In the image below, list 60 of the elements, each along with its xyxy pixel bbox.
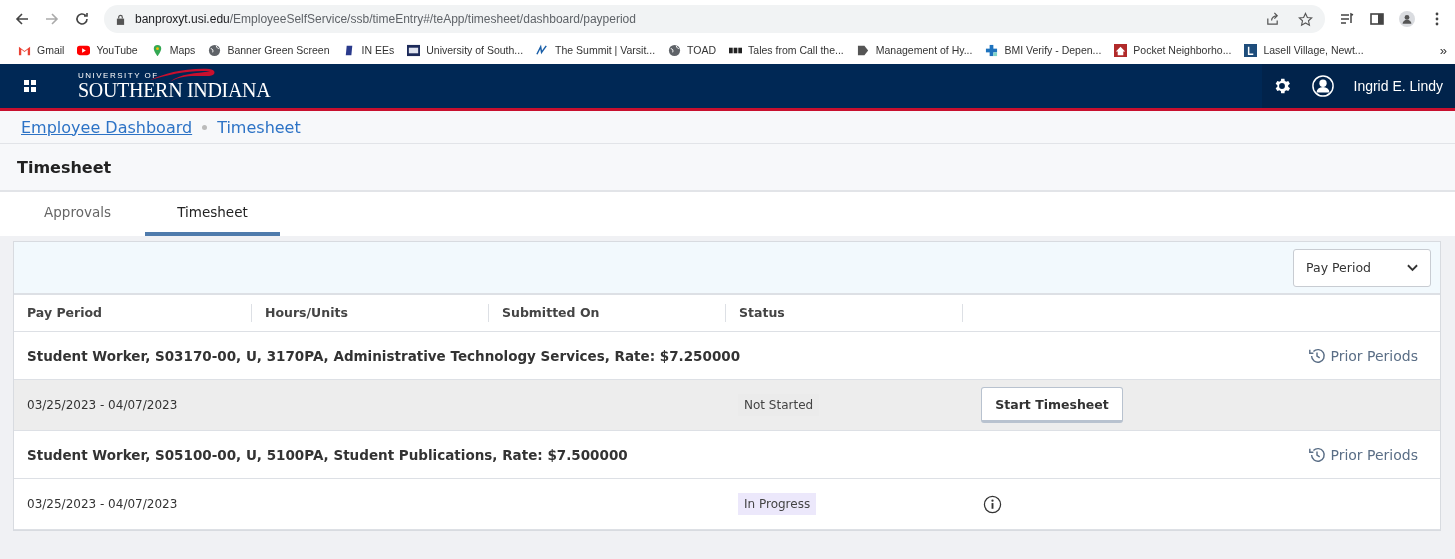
bookmark-item[interactable]: Lasell Village, Newt...	[1244, 43, 1364, 57]
logo-text: SOUTHERN INDIANA	[78, 80, 271, 100]
more-bookmarks[interactable]: »	[1439, 42, 1447, 58]
reload-icon[interactable]	[74, 11, 90, 27]
letter-icon	[1244, 43, 1258, 57]
globe-icon	[208, 43, 222, 57]
breadcrumb-link[interactable]: Timesheet	[217, 117, 301, 137]
back-icon[interactable]	[14, 11, 30, 27]
bookmark-item[interactable]: Maps	[150, 43, 196, 57]
column-header: Hours/Units	[251, 304, 488, 322]
job-title: Student Worker, S05100-00, U, 5100PA, Student Publications, Rate: $7.500000	[27, 446, 628, 463]
bookmark-item[interactable]: BMI Verify - Depen...	[985, 43, 1102, 57]
tab[interactable]: Timesheet	[145, 192, 280, 236]
column-header: Submitted On	[488, 304, 725, 322]
column-header: Pay Period	[26, 304, 103, 322]
job-title: Student Worker, S03170-00, U, 3170PA, Administrative Technology Services, Rate: $7.250000	[27, 347, 741, 364]
pay-period-cell-text: 03/25/2023 - 04/07/2023	[26, 398, 179, 412]
bookmark-item[interactable]: Gmail	[18, 43, 65, 57]
history-icon	[1308, 445, 1327, 464]
lock-icon[interactable]	[116, 13, 125, 25]
pay-period-dropdown[interactable]: Pay Period	[1293, 248, 1431, 287]
house-icon	[1114, 43, 1128, 57]
address-bar[interactable]: banproxyt.usi.edu/EmployeeSelfService/ssb/timeEntry#/teApp/timesheet/dashboard/payperiod	[104, 5, 1325, 33]
bookmark-item[interactable]: IN EEs	[342, 43, 395, 57]
bookmark-item[interactable]: TOAD	[668, 43, 717, 57]
tab[interactable]: Approvals	[10, 192, 145, 236]
bookmark-item[interactable]: Management of Hy...	[856, 43, 973, 57]
bookmark-item[interactable]: University of South...	[407, 43, 524, 57]
bookmark-item[interactable]: YouTube	[77, 43, 138, 57]
prior-periods-link[interactable]: Prior Periods	[1308, 445, 1418, 464]
profile-icon[interactable]	[1399, 11, 1415, 27]
info-icon[interactable]	[983, 494, 1002, 514]
apps-grid-icon[interactable]	[24, 80, 36, 92]
square-logo-icon	[407, 43, 421, 57]
status-badge: In Progress	[738, 493, 817, 515]
chevron-icon	[856, 43, 870, 57]
chevron-down-icon	[1407, 263, 1418, 272]
user-avatar-icon[interactable]	[1311, 75, 1334, 97]
pay-period-cell-text: 03/25/2023 - 04/07/2023	[26, 497, 179, 511]
bookmark-item[interactable]: The Summit | Varsit...	[536, 43, 656, 57]
swoosh-icon	[536, 43, 550, 57]
history-icon	[1308, 346, 1327, 365]
cross-icon	[985, 43, 999, 57]
user-name[interactable]: Ingrid E. Lindy	[1353, 78, 1443, 94]
breadcrumb-link[interactable]: Employee Dashboard	[21, 117, 193, 137]
bookmark-item[interactable]: Banner Green Screen	[208, 43, 330, 57]
prior-periods-link[interactable]: Prior Periods	[1308, 346, 1418, 365]
logo-subtitle: UNIVERSITY OF	[78, 72, 160, 80]
column-header: Status	[725, 304, 962, 322]
breadcrumb-separator	[202, 124, 208, 130]
play-icon	[77, 43, 91, 57]
side-panel-icon[interactable]	[1369, 11, 1385, 27]
bookmark-item[interactable]: Tales from Call the...	[729, 43, 844, 57]
globe-icon	[668, 43, 682, 57]
page-title: Timesheet	[17, 157, 112, 177]
share-icon[interactable]	[1265, 11, 1280, 27]
star-icon[interactable]	[1298, 11, 1313, 27]
playlist-icon[interactable]	[1339, 11, 1355, 27]
bookmark-item[interactable]: Pocket Neighborho...	[1114, 43, 1232, 57]
start-timesheet-button[interactable]: Start Timesheet	[981, 387, 1123, 423]
